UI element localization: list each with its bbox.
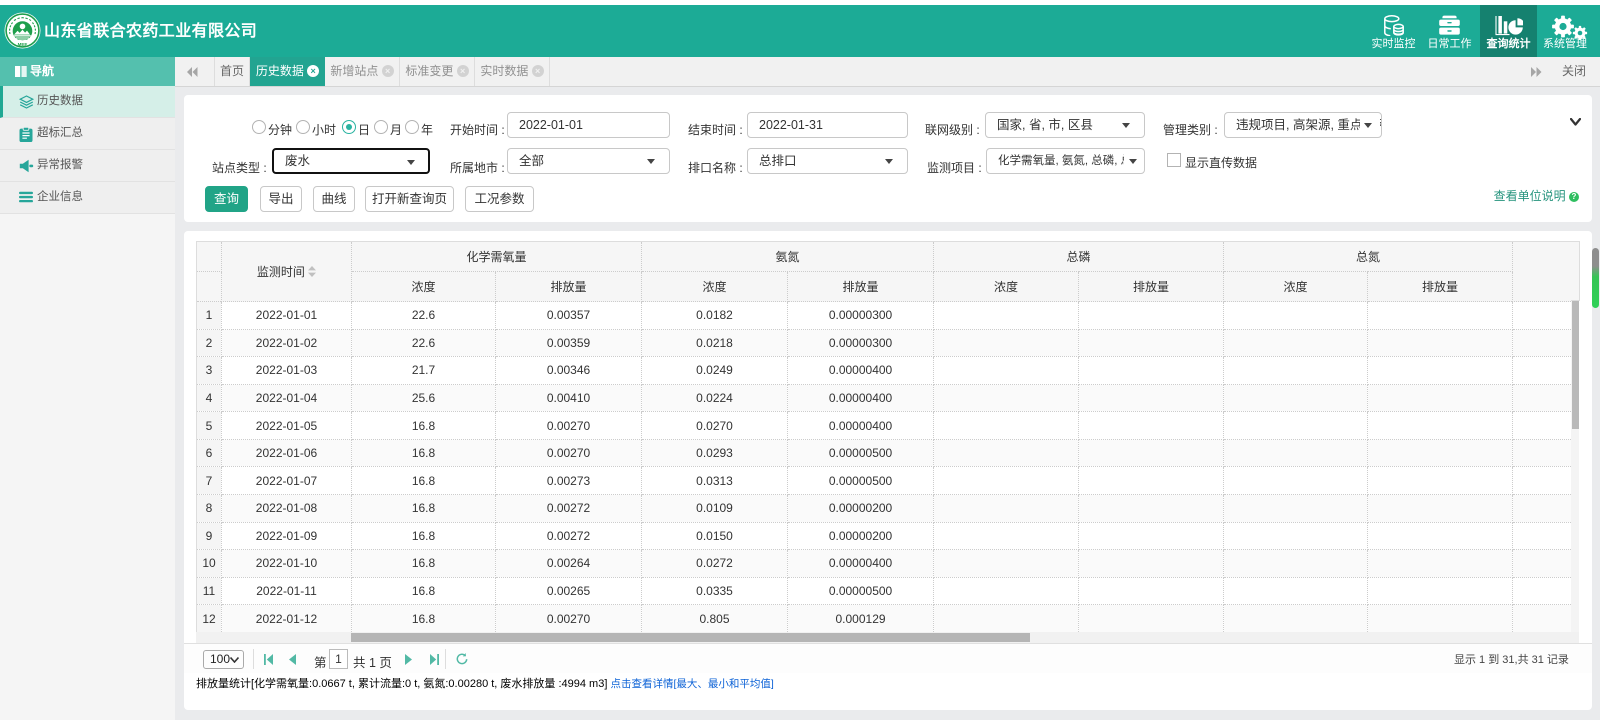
svg-text:MEE: MEE <box>18 42 28 47</box>
